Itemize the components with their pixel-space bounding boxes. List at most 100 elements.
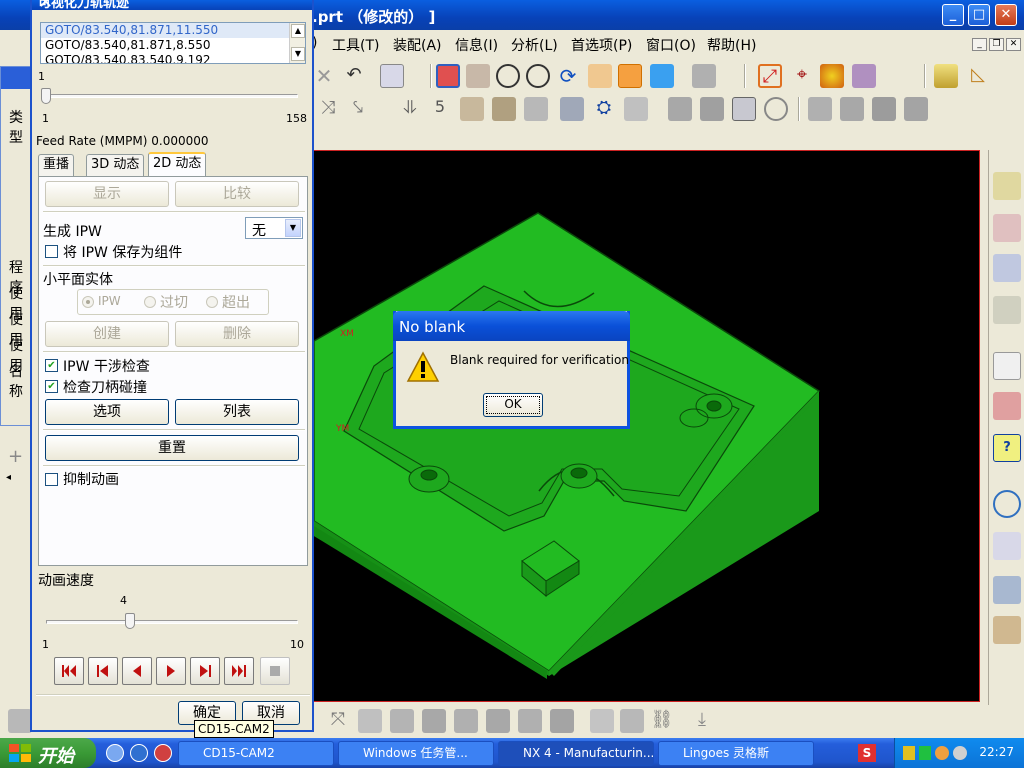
body-snap-icon[interactable] — [454, 709, 478, 733]
generate-path-icon[interactable]: ⤥ — [346, 97, 370, 121]
layer-icon[interactable] — [852, 64, 876, 88]
tray-icon[interactable] — [953, 746, 967, 760]
ipw-radio[interactable] — [82, 296, 94, 308]
rotate-icon[interactable]: ⟳ — [556, 64, 580, 88]
edit-object-icon[interactable] — [904, 97, 928, 121]
list-item[interactable]: GOTO/83.540,81.871,11.550 — [41, 23, 305, 38]
start-button[interactable]: 开始 — [0, 738, 96, 768]
view-cube-icon[interactable] — [650, 64, 674, 88]
face-snap-icon[interactable] — [390, 709, 414, 733]
first-frame-button[interactable] — [54, 657, 84, 685]
ipw-interference-checkbox[interactable]: ✔ — [45, 359, 58, 372]
tray-icon[interactable] — [919, 746, 931, 760]
display-icon[interactable] — [872, 97, 896, 121]
shop-doc-icon[interactable] — [560, 97, 584, 121]
minimize-button[interactable]: _ — [942, 4, 964, 26]
menu-item-assembly[interactable]: 装配(A) — [393, 35, 442, 55]
tab-3d-dynamic[interactable]: 3D 动态 — [86, 154, 145, 176]
feature-snap-icon[interactable] — [486, 709, 510, 733]
exceed-radio[interactable] — [206, 296, 218, 308]
list-path-icon[interactable]: 5 — [428, 97, 452, 121]
compare-button[interactable]: 比较 — [175, 181, 299, 207]
mdi-close-icon[interactable]: ✕ — [1006, 38, 1021, 51]
tool-icon[interactable]: ⛭ — [592, 97, 616, 121]
list-button[interactable]: 列表 — [175, 399, 299, 425]
scroll-down-icon[interactable]: ▼ — [291, 47, 305, 61]
media-player-icon[interactable] — [154, 744, 172, 762]
reset-button[interactable]: 重置 — [45, 435, 299, 461]
sogou-icon[interactable]: S — [858, 744, 876, 762]
step-back-button[interactable] — [88, 657, 118, 685]
web-browser-icon[interactable] — [993, 352, 1021, 380]
task-cd15-cam2[interactable]: CD15-CAM2 — [178, 741, 334, 766]
mdi-minimize-icon[interactable]: _ — [972, 38, 987, 51]
undo-icon[interactable]: ↶ — [342, 64, 366, 88]
tray-icon[interactable] — [935, 746, 949, 760]
anim-speed-track[interactable] — [46, 620, 298, 624]
suppress-animation-checkbox[interactable] — [45, 473, 58, 486]
zoom-window-icon[interactable] — [466, 64, 490, 88]
create-button[interactable]: 创建 — [45, 321, 169, 347]
delete-icon[interactable]: ✕ — [312, 64, 336, 88]
anim-speed-thumb[interactable] — [125, 613, 135, 629]
menu-item-tools[interactable]: 工具(T) — [332, 35, 379, 55]
goto-list-scrollbar[interactable]: ▲ ▼ — [289, 23, 305, 63]
help-icon[interactable]: ? — [993, 434, 1021, 462]
process-studio-icon[interactable] — [993, 576, 1021, 604]
verify-icon[interactable] — [460, 97, 484, 121]
menu-item-window[interactable]: 窗口(O) — [646, 35, 696, 55]
task-lingoes[interactable]: Lingoes 灵格斯 — [658, 741, 814, 766]
generate-ipw-select[interactable]: 无 ▼ — [245, 217, 303, 239]
delete-button[interactable]: 删除 — [175, 321, 299, 347]
zoom-inout-icon[interactable] — [526, 64, 550, 88]
edge-snap-icon[interactable] — [422, 709, 446, 733]
tray-icon[interactable] — [903, 746, 915, 760]
pan-icon[interactable] — [588, 64, 612, 88]
tab-replay[interactable]: 重播 — [38, 154, 75, 176]
component-snap-icon[interactable] — [620, 709, 644, 733]
task-nx4[interactable]: NX 4 - Manufacturin... — [498, 741, 654, 766]
color-icon[interactable] — [820, 64, 844, 88]
geometry-icon[interactable] — [624, 97, 648, 121]
menu-item-info[interactable]: 信息(I) — [455, 35, 498, 55]
clock-tool-icon[interactable] — [764, 97, 788, 121]
system-materials-icon[interactable] — [993, 532, 1021, 560]
filter-icon[interactable]: ⤓ — [690, 709, 714, 733]
curve-snap-icon[interactable] — [518, 709, 542, 733]
play-reverse-button[interactable] — [122, 657, 152, 685]
gouge-check-icon[interactable] — [492, 97, 516, 121]
task-task-manager[interactable]: Windows 任务管... — [338, 741, 494, 766]
options-button[interactable]: 选项 — [45, 399, 169, 425]
maximize-button[interactable]: □ — [968, 4, 990, 26]
measure-angle-icon[interactable]: ◺ — [966, 64, 990, 88]
history-icon[interactable] — [993, 490, 1021, 518]
ie-icon[interactable] — [130, 744, 148, 762]
chevron-down-icon[interactable]: ▼ — [285, 219, 301, 237]
point-snap-icon[interactable] — [550, 709, 574, 733]
snap-point-icon[interactable]: ⤢ — [758, 64, 782, 88]
close-button[interactable]: ✕ — [995, 4, 1017, 26]
step-slider-track[interactable] — [46, 94, 298, 98]
transform-icon[interactable] — [808, 97, 832, 121]
left-arrow-icon[interactable]: ◂ — [6, 472, 11, 483]
navigator-icon[interactable] — [993, 172, 1021, 200]
no-blank-ok-button[interactable]: OK — [483, 393, 543, 417]
part-nav-icon[interactable] — [993, 254, 1021, 282]
post-icon[interactable] — [524, 97, 548, 121]
step-slider-thumb[interactable] — [41, 88, 51, 104]
list-item[interactable]: GOTO/83.540,81.871,8.550 — [41, 38, 305, 53]
mdi-restore-icon[interactable]: ❐ — [989, 38, 1004, 51]
play-button[interactable] — [156, 657, 186, 685]
menu-item-preferences[interactable]: 首选项(P) — [571, 35, 632, 55]
report-icon[interactable] — [732, 97, 756, 121]
vertex-snap-icon[interactable]: ⤧ — [326, 709, 350, 733]
fit-icon[interactable] — [436, 64, 460, 88]
display-button[interactable]: 显示 — [45, 181, 169, 207]
select-filter-icon[interactable] — [380, 64, 404, 88]
menu-item-help[interactable]: 帮助(H) — [707, 35, 756, 55]
assembly-nav-icon[interactable] — [993, 214, 1021, 242]
object-icon[interactable] — [840, 97, 864, 121]
wcs-icon[interactable]: ⌖ — [790, 64, 814, 88]
shaded-icon[interactable] — [618, 64, 642, 88]
chain-icon[interactable]: ⛓ — [650, 709, 674, 733]
